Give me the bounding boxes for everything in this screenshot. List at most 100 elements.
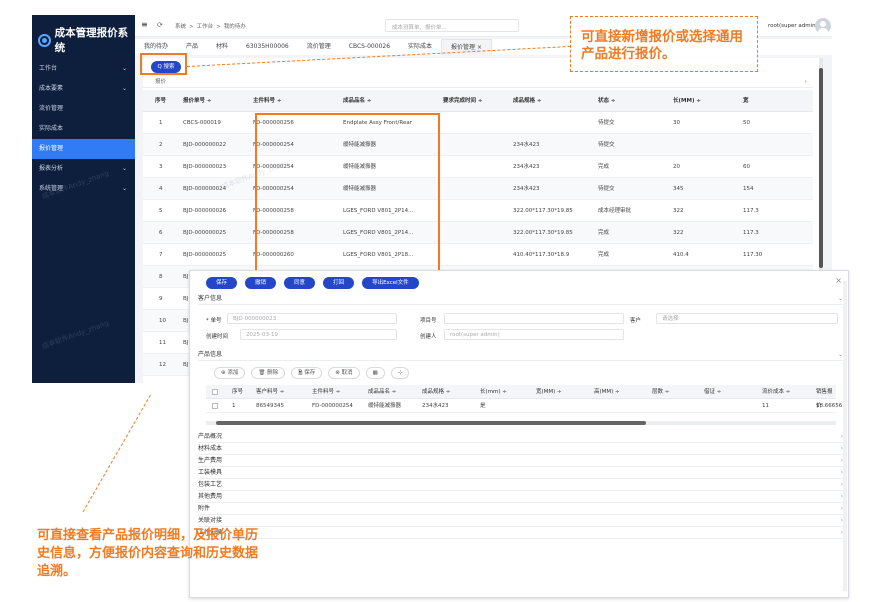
product-column-header[interactable]: 长(mm) ÷	[480, 385, 507, 399]
breadcrumb-item[interactable]: 我的待办	[224, 24, 246, 30]
menu-toggle-icon[interactable]: ≡	[141, 20, 148, 29]
modal-button-4[interactable]: 导出Excel文件	[362, 277, 419, 289]
sidebar-item-3[interactable]: 实际成本	[32, 119, 135, 139]
order-number-input[interactable]: BJD-000000023	[227, 313, 397, 324]
chevron-down-icon: ⌄	[121, 85, 127, 92]
column-header[interactable]: 长(MM) ÷	[673, 90, 701, 112]
table-row[interactable]: 1 CBCS-000019 FD-000000256 Endplate Assy Fr…	[143, 112, 813, 134]
sidebar-item-label: 报表分析	[39, 165, 64, 172]
section-collapsed-6[interactable]: 附件 ›	[198, 503, 843, 515]
table-cell: 30	[673, 120, 680, 126]
product-column-header[interactable]: 序号	[232, 385, 243, 399]
sidebar-item-label: 流价管理	[39, 105, 64, 112]
section-product-info[interactable]: 产品信息 ⌄	[198, 349, 843, 361]
tab-4[interactable]: 流价管理	[298, 39, 340, 55]
breadcrumb-item[interactable]: 系统	[175, 24, 186, 30]
user-name[interactable]: root(super admin)	[768, 23, 818, 29]
product-column-header[interactable]: 宽(MM) ÷	[536, 385, 562, 399]
column-header[interactable]: 成品品名 ÷	[343, 90, 372, 112]
breadcrumb-item[interactable]: 工作台	[197, 24, 214, 30]
global-search-input[interactable]: 成本测算单、报价单...	[385, 19, 519, 32]
tab-5[interactable]: CBCS-000026	[340, 39, 399, 55]
product-column-header[interactable]: 成品品名 ÷	[368, 385, 396, 399]
table-row[interactable]: 5 BJD-000000026 FD-000000258 LGES_FORD V801…	[143, 200, 813, 222]
highlight-box-list	[255, 113, 440, 283]
product-column-header[interactable]: 主件料号 ÷	[312, 385, 340, 399]
scrollbar-thumb[interactable]	[216, 421, 646, 425]
table-cell: BJ	[183, 362, 189, 368]
modal-vertical-scrollbar[interactable]	[843, 281, 847, 591]
table-row[interactable]: 7 BJD-000000025 FD-000000260 LGES_FORD V801…	[143, 244, 813, 266]
table-cell: 60	[743, 164, 750, 170]
table-cell: 234水423	[513, 164, 540, 170]
section-title: 生产费用	[198, 457, 223, 464]
chevron-right-icon[interactable]: ›	[805, 77, 807, 88]
product-column-header[interactable]: 层数 ÷	[652, 385, 669, 399]
section-title: 材料成本	[198, 445, 223, 452]
table-cell: 4	[159, 186, 163, 192]
creator-input[interactable]: root(super admin)	[444, 329, 624, 340]
column-header[interactable]: 状态 ÷	[598, 90, 616, 112]
table-cell: 117.30	[743, 252, 763, 258]
table-cell: 9	[159, 296, 163, 302]
close-icon[interactable]: ×	[835, 276, 842, 285]
sidebar-item-2[interactable]: 流价管理	[32, 99, 135, 119]
product-toolbar-button-2[interactable]: 🗎 保存	[291, 367, 323, 379]
scrollbar-thumb[interactable]	[819, 68, 823, 268]
sidebar-item-1[interactable]: 成本要素 ⌄	[32, 79, 135, 99]
column-header[interactable]: 宽	[743, 90, 749, 112]
product-toolbar-button-5[interactable]: ⊹	[390, 367, 410, 379]
highlight-box-search	[140, 53, 187, 75]
row-checkbox[interactable]	[212, 403, 218, 409]
select-all-checkbox[interactable]	[212, 389, 218, 395]
table-cell: 完成	[598, 164, 610, 170]
avatar[interactable]	[815, 18, 831, 34]
section-collapsed-4[interactable]: 包装工艺 ›	[198, 479, 843, 491]
modal-button-1[interactable]: 撤销	[245, 277, 277, 289]
column-header[interactable]: 要求完成时间 ÷	[443, 90, 483, 112]
product-cell: 1	[232, 403, 236, 409]
column-header[interactable]: 主件料号 ÷	[253, 90, 282, 112]
modal-button-0[interactable]: 保存	[206, 277, 238, 289]
table-row[interactable]: 6 BJD-000000025 FD-000000258 LGES_FORD V801…	[143, 222, 813, 244]
table-cell: 3	[159, 164, 163, 170]
table-header: 序号 报价单号 ÷ 主件料号 ÷ 成品品名 ÷ 要求完成时间 ÷ 成品规格 ÷ 状态 ÷ 长(…	[143, 90, 813, 112]
table-cell: 待提交	[598, 186, 615, 192]
section-collapsed-2[interactable]: 生产费用 ›	[198, 455, 843, 467]
sidebar-item-0[interactable]: 工作台 ⌄	[32, 59, 135, 79]
section-collapsed-5[interactable]: 其他费用 ›	[198, 491, 843, 503]
product-toolbar-button-3[interactable]: ⊗ 取消	[328, 367, 360, 379]
product-toolbar-button-1[interactable]: 🗑 删除	[251, 367, 286, 379]
product-column-header[interactable]: 借证 ÷	[704, 385, 721, 399]
customer-select[interactable]: 请选择	[656, 313, 838, 324]
product-toolbar-button-0[interactable]: ⊕ 添加	[214, 367, 246, 379]
table-row[interactable]: 2 BJD-000000022 FD-000000254 缓特能减振器 234水423 待…	[143, 134, 813, 156]
table-cell: 20	[673, 164, 680, 170]
section-collapsed-1[interactable]: 材料成本 ›	[198, 443, 843, 455]
tab-3[interactable]: 63035H00006	[237, 39, 298, 55]
project-number-input[interactable]	[444, 313, 624, 324]
product-column-header[interactable]: 成品规格 ÷	[422, 385, 450, 399]
section-customer-info[interactable]: 客户信息 ⌄	[198, 293, 843, 305]
section-collapsed-3[interactable]: 工装模具 ›	[198, 467, 843, 479]
column-header[interactable]: 序号	[155, 90, 166, 112]
creator-label: 创建人	[420, 334, 437, 340]
created-time-input[interactable]: 2025-03-19	[240, 329, 397, 340]
modal-button-2[interactable]: 同意	[284, 277, 316, 289]
section-collapsed-7[interactable]: 关联对接 ›	[198, 515, 843, 527]
column-header[interactable]: 成品规格 ÷	[513, 90, 542, 112]
tab-2[interactable]: 材料	[207, 39, 237, 55]
refresh-icon[interactable]: ⟳	[157, 21, 163, 29]
product-toolbar-button-4[interactable]: ▦	[365, 367, 385, 379]
sidebar-item-4[interactable]: 报价管理	[32, 139, 135, 159]
section-collapsed-0[interactable]: 产品概况 ›	[198, 431, 843, 443]
table-cell: 6	[159, 230, 163, 236]
product-horizontal-scrollbar[interactable]	[206, 421, 836, 425]
column-header[interactable]: 报价单号 ÷	[183, 90, 212, 112]
modal-button-3[interactable]: 打回	[323, 277, 355, 289]
product-column-header[interactable]: 流价成本 ÷	[762, 385, 790, 399]
product-column-header[interactable]: 高(MM) ÷	[594, 385, 620, 399]
product-table-row[interactable]: 1 86549345 FD-000000254 缓特能减振器 234水423 是 11 18.…	[206, 399, 842, 413]
section-collapsed-8[interactable]: 工作记录 ›	[198, 527, 843, 539]
product-column-header[interactable]: 客户料号 ÷	[256, 385, 284, 399]
